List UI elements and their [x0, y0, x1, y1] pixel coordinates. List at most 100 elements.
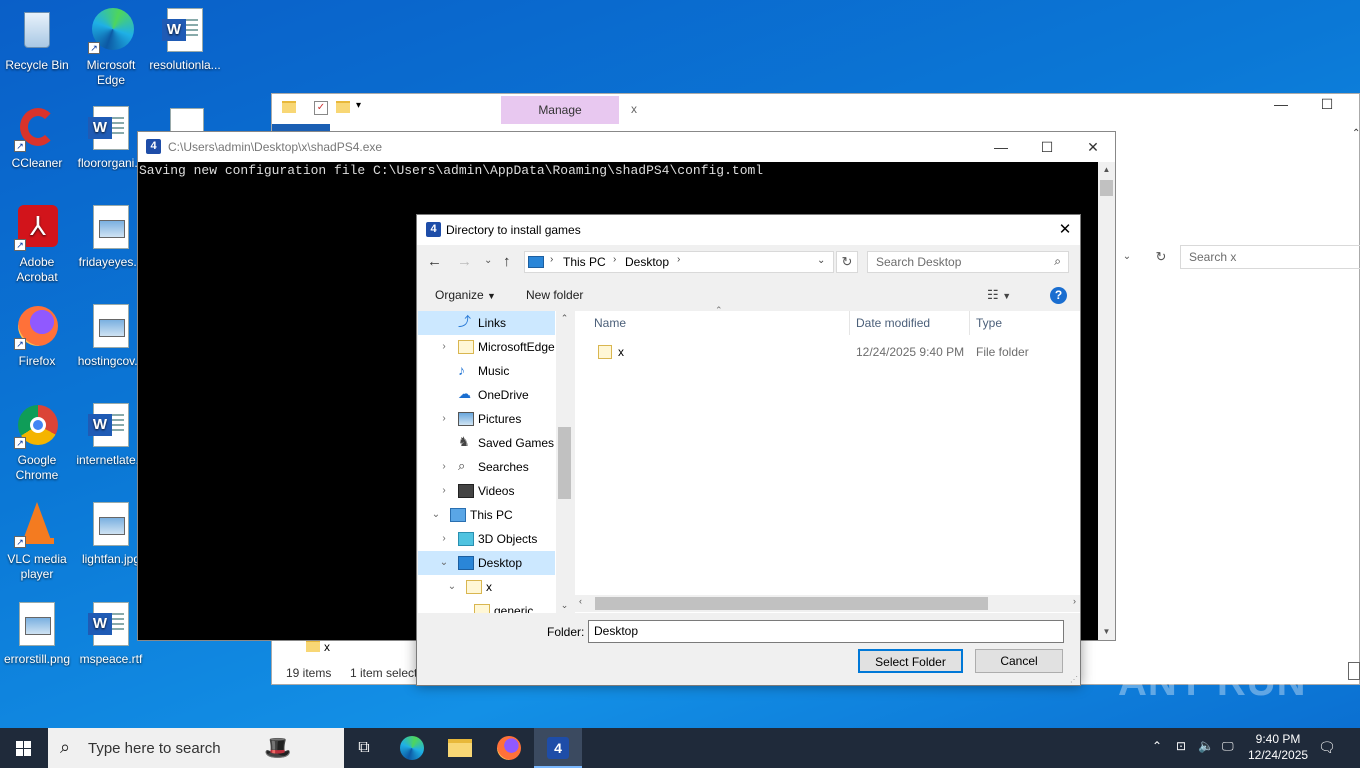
recent-locations-icon[interactable]: ⌄ — [484, 255, 492, 266]
file-row[interactable]: x 12/24/2025 9:40 PM File folder — [588, 341, 1080, 363]
taskbar-firefox[interactable] — [485, 728, 533, 768]
nav-item-links[interactable]: ⤴ Links — [418, 311, 555, 335]
address-dropdown-icon[interactable]: ⌄ — [1117, 246, 1137, 268]
task-view-icon[interactable]: ⧉ — [340, 728, 388, 768]
dialog-close-button[interactable]: ✕ — [1050, 217, 1080, 243]
dialog-search-input[interactable]: Search Desktop ⌕ — [867, 251, 1069, 273]
column-header-type[interactable]: Type — [970, 311, 1080, 335]
view-options-icon[interactable]: ☷ ▼ — [987, 287, 1011, 303]
nav-item-saved-games[interactable]: ♞ Saved Games — [418, 431, 573, 455]
chevron-down-icon: ▼ — [487, 291, 496, 301]
console-scrollbar[interactable]: ▲ ▼ — [1098, 162, 1115, 640]
quick-access-dropdown-icon[interactable]: ▾ — [356, 100, 361, 111]
taskbar-edge[interactable] — [388, 728, 436, 768]
breadcrumb-desktop[interactable]: Desktop — [625, 255, 669, 269]
scroll-thumb[interactable] — [595, 597, 988, 610]
horizontal-scrollbar[interactable]: ‹ › — [575, 595, 1080, 612]
column-header-date[interactable]: Date modified — [850, 311, 970, 335]
chevron-down-icon: ⌄ — [431, 509, 441, 520]
scroll-down-icon[interactable]: ⌄ — [556, 600, 573, 611]
help-icon[interactable]: ? — [1050, 287, 1067, 304]
console-close-button[interactable]: ✕ — [1070, 132, 1116, 162]
edge-icon: ↗ — [88, 8, 134, 54]
nav-item-x[interactable]: ⌄ x — [418, 575, 573, 599]
word-document-icon: W — [88, 602, 134, 648]
back-arrow-icon[interactable]: ← — [427, 253, 442, 270]
desktop-icon-google-chrome[interactable]: ↗ Google Chrome — [0, 403, 74, 483]
scroll-up-icon[interactable]: ⌃ — [556, 313, 573, 324]
minimize-button[interactable]: — — [1270, 96, 1292, 118]
maximize-button[interactable]: ☐ — [1316, 96, 1338, 118]
desktop-icon-firefox[interactable]: ↗ Firefox — [0, 304, 74, 369]
windows-logo-icon — [16, 741, 23, 748]
column-header-name[interactable]: Name — [588, 311, 850, 335]
properties-icon[interactable]: ✓ — [314, 101, 328, 115]
new-folder-icon[interactable] — [336, 101, 350, 115]
desktop-icon-recycle-bin[interactable]: Recycle Bin — [0, 8, 74, 73]
taskbar: ⌕ Type here to search 🎩 ⧉ 4 ⌃ ⊡ 🔈 🖵 9:40… — [0, 728, 1360, 768]
file-list[interactable]: ⌃ Name Date modified Type x 12/24/2025 9… — [575, 305, 1080, 613]
new-folder-button[interactable]: New folder — [526, 288, 583, 302]
scroll-thumb[interactable] — [558, 427, 571, 499]
forward-arrow-icon[interactable]: → — [457, 253, 472, 270]
nav-item-desktop[interactable]: ⌄ Desktop — [418, 551, 555, 575]
ribbon-collapse-icon[interactable]: ⌃ — [1352, 128, 1360, 139]
breadcrumb-this-pc[interactable]: This PC — [563, 255, 606, 269]
meet-now-icon[interactable]: ⊡ — [1176, 739, 1186, 753]
refresh-icon[interactable]: ↻ — [836, 251, 858, 273]
resize-grip-icon[interactable]: ⋰ — [1070, 675, 1078, 684]
console-maximize-button[interactable]: ☐ — [1024, 132, 1070, 162]
refresh-icon[interactable]: ↻ — [1151, 246, 1171, 268]
nav-item-3d-objects[interactable]: › 3D Objects — [418, 527, 573, 551]
view-toggle-icon[interactable] — [1348, 662, 1360, 680]
organize-button[interactable]: Organize ▼ — [435, 288, 496, 302]
image-file-icon — [88, 205, 134, 251]
music-icon: ♪ — [458, 362, 465, 378]
notifications-icon[interactable]: 🗨 — [1318, 739, 1336, 756]
nav-item-videos[interactable]: › Videos — [418, 479, 573, 503]
desktop-icon-ccleaner[interactable]: ↗ CCleaner — [0, 106, 74, 171]
nav-item-searches[interactable]: › ⌕ Searches — [418, 455, 573, 479]
desktop-icon-microsoft-edge[interactable]: ↗ Microsoft Edge — [74, 8, 148, 88]
desktop-icon-errorstill[interactable]: errorstill.png — [0, 602, 74, 667]
folder-input[interactable]: Desktop — [588, 620, 1064, 643]
start-button[interactable] — [0, 728, 48, 768]
nav-item-pictures[interactable]: › Pictures — [418, 407, 573, 431]
breadcrumb-separator-icon: › — [677, 254, 681, 265]
taskbar-file-explorer[interactable] — [436, 728, 484, 768]
desktop-icon-vlc[interactable]: ↗ VLC media player — [0, 502, 74, 582]
console-minimize-button[interactable]: — — [978, 132, 1024, 162]
up-arrow-icon[interactable]: ↑ — [503, 253, 511, 270]
nav-item-microsoftedge[interactable]: › MicrosoftEdge — [418, 335, 573, 359]
scroll-down-icon[interactable]: ▼ — [1098, 624, 1115, 640]
scroll-right-icon[interactable]: › — [1073, 596, 1076, 606]
address-dropdown-icon[interactable]: ⌄ — [817, 255, 825, 266]
show-hidden-icons-icon[interactable]: ⌃ — [1152, 739, 1162, 753]
clock[interactable]: 9:40 PM 12/24/2025 — [1248, 732, 1308, 762]
explorer-row-name[interactable]: x — [324, 640, 330, 654]
nav-item-label: Videos — [478, 484, 515, 498]
scroll-thumb[interactable] — [1100, 180, 1113, 196]
scroll-up-icon[interactable]: ▲ — [1098, 162, 1115, 178]
nav-scrollbar[interactable]: ⌃ ⌄ — [556, 311, 573, 613]
navigation-pane[interactable]: ⤴ Links › MicrosoftEdge ♪ Music ☁ OneDri… — [418, 311, 573, 613]
nav-item-onedrive[interactable]: ☁ OneDrive — [418, 383, 573, 407]
watermark: ANY RUN — [1118, 660, 1307, 704]
desktop-icon-adobe-acrobat[interactable]: ⅄ ↗ Adobe Acrobat — [0, 205, 74, 285]
nav-item-generic[interactable]: generic — [418, 599, 573, 613]
scroll-left-icon[interactable]: ‹ — [579, 596, 582, 606]
desktop-icon-resolutionla[interactable]: W resolutionla... — [148, 8, 222, 73]
taskbar-shadps4[interactable]: 4 — [534, 728, 582, 768]
select-folder-button[interactable]: Select Folder — [858, 649, 963, 673]
nav-item-this-pc[interactable]: ⌄ This PC — [418, 503, 573, 527]
explorer-search-input[interactable]: Search x — [1180, 245, 1360, 269]
taskbar-search-box[interactable]: ⌕ Type here to search 🎩 — [48, 728, 344, 768]
status-item-count: 19 items — [286, 666, 332, 680]
nav-item-music[interactable]: ♪ Music — [418, 359, 573, 383]
cancel-button[interactable]: Cancel — [975, 649, 1063, 673]
address-bar[interactable]: › This PC › Desktop › ⌄ — [524, 251, 834, 273]
file-name: x — [618, 345, 624, 359]
tab-manage[interactable]: Manage — [501, 96, 619, 124]
network-icon[interactable]: 🖵 — [1222, 739, 1234, 754]
volume-icon[interactable]: 🔈 — [1198, 738, 1214, 754]
